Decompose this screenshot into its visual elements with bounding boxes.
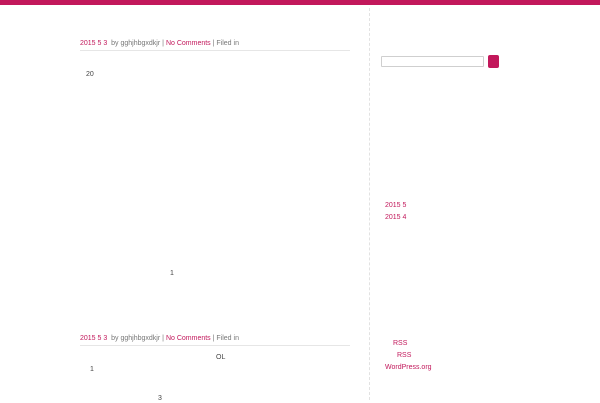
archive-link[interactable]: 2015 4 (385, 213, 406, 222)
filed-in-label: Filed in (216, 40, 239, 47)
column-divider (369, 8, 370, 400)
post-meta-divider (80, 50, 350, 51)
post-date-link[interactable]: 2015 5 3 (80, 40, 107, 47)
post-meta-divider (80, 345, 350, 346)
post-by-label: by (111, 40, 119, 47)
comments-link[interactable]: No Comments (166, 335, 211, 342)
meta-separator: | (162, 40, 164, 47)
wordpress-org-link[interactable]: WordPress.org (385, 363, 432, 372)
archive-link[interactable]: 2015 5 (385, 201, 406, 210)
post-text: 20 (86, 71, 94, 78)
meta-separator: | (162, 335, 164, 342)
rss-link[interactable]: RSS (393, 339, 407, 348)
top-accent-bar (0, 0, 600, 5)
search-input[interactable] (381, 56, 484, 67)
post-author: gghjhbgxdkjr (120, 40, 161, 47)
post-text: OL (216, 354, 226, 361)
filed-in-label: Filed in (216, 335, 239, 342)
post-by-label: by (111, 335, 119, 342)
post-text: 1 (170, 270, 174, 277)
post-meta: 2015 5 3 by gghjhbgxdkjr | No Comments |… (80, 39, 350, 51)
post-meta: 2015 5 3 by gghjhbgxdkjr | No Comments |… (80, 334, 350, 346)
meta-separator: | (212, 40, 215, 47)
post-date-link[interactable]: 2015 5 3 (80, 335, 107, 342)
post-text: 1 (90, 366, 94, 373)
post-text: 3 (158, 395, 162, 402)
comments-link[interactable]: No Comments (166, 40, 211, 47)
comments-rss-link[interactable]: RSS (397, 351, 411, 360)
meta-separator: | (212, 335, 215, 342)
search-button[interactable] (488, 55, 499, 68)
post-author: gghjhbgxdkjr (120, 335, 161, 342)
